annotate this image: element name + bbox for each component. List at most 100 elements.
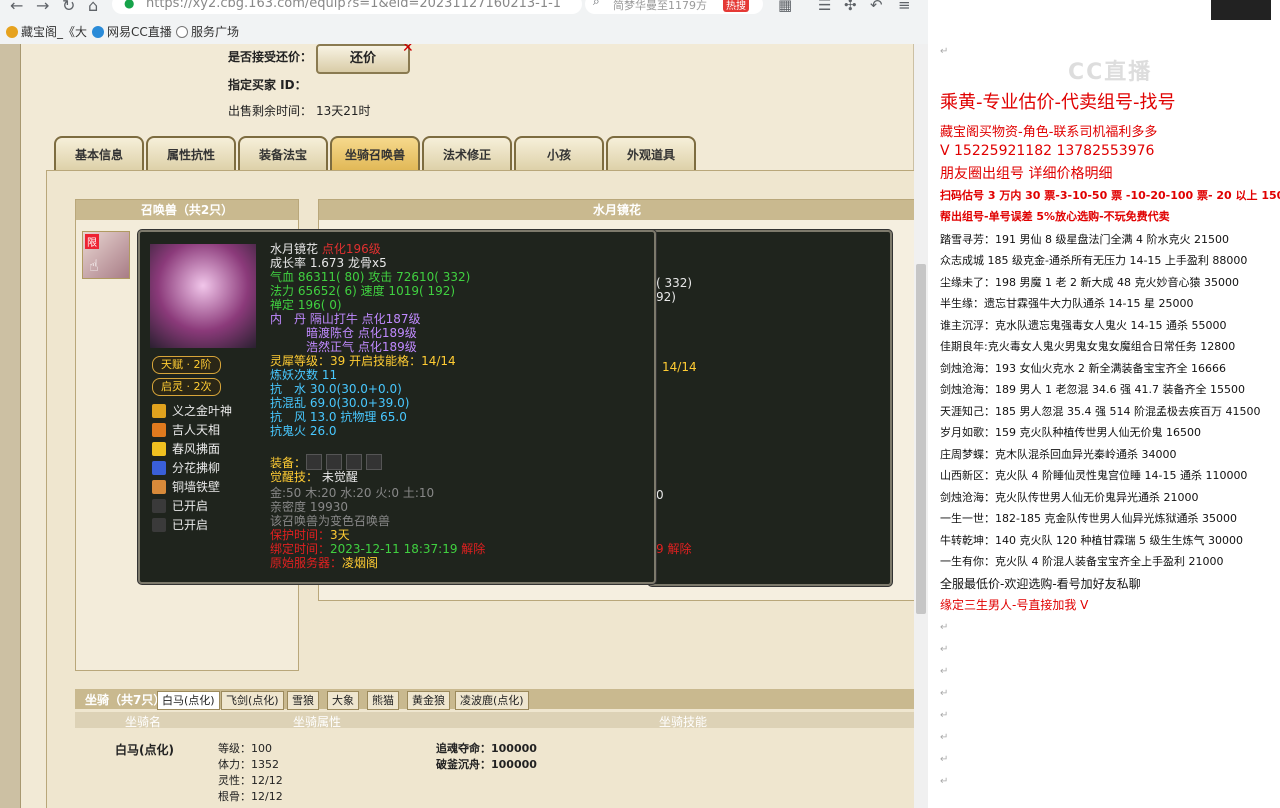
protect-label: 保护时间： [270, 528, 331, 542]
bookmark-favicon [92, 26, 104, 38]
neidan-1: 内 丹 隔山打牛 点化187级 [270, 312, 421, 326]
equip-slot [366, 454, 383, 470]
bookmark-manager-icon[interactable]: ☰ [818, 0, 831, 14]
bind-value: 2023-12-11 18:37:19 [330, 542, 458, 556]
mount-tab[interactable]: 黄金狼 [407, 691, 450, 710]
tab-children[interactable]: 小孩 [514, 136, 604, 172]
skill-icon [152, 423, 166, 437]
lianyao-line: 炼妖次数 11 [270, 368, 338, 382]
pet-name: 水月镜花 点化196级 [270, 242, 381, 256]
tab-appearance[interactable]: 外观道具 [606, 136, 696, 172]
growth-line: 成长率 1.673 龙骨x5 [270, 256, 387, 270]
forward-icon[interactable]: → [36, 0, 49, 15]
paragraph-mark-icon: ↵ [940, 46, 949, 57]
paragraph-mark-icon: ↵ [940, 666, 949, 677]
scrollbar-thumb[interactable] [916, 264, 926, 614]
counter-offer-button-label: 还价 [349, 51, 376, 66]
resist-ghostfire: 抗鬼火 26.0 [270, 424, 337, 438]
pet-skill: 义之金叶神 [152, 402, 232, 420]
note-line: 山西新区：克火队 4 阶睡仙灵性鬼宫位睡 14-15 通杀 110000 [940, 469, 1248, 482]
note-line: 帮出组号-单号误差 5%放心选购-不玩免费代卖 [940, 210, 1170, 223]
mounts-title: 坐骑（共7只） [85, 693, 166, 707]
undo-icon[interactable]: ↶ [870, 0, 883, 14]
mount-tab[interactable]: 大象 [327, 691, 359, 710]
note-line: 踏雪寻芳：191 男仙 8 级星盘法门全满 4 阶水克火 21500 [940, 233, 1229, 246]
globe-icon [176, 26, 188, 38]
tab-basic-info[interactable]: 基本信息 [54, 136, 144, 172]
limit-badge: 限 [85, 234, 99, 249]
pet-thumbnail[interactable]: 限 ☝ [82, 231, 130, 279]
back-zero-text: 0 [656, 488, 664, 502]
pet-tooltip-back: ( 332) 92) 14/14 0 9 解除 [648, 230, 892, 586]
skill-name: 吉人天相 [172, 423, 221, 437]
bookmark-label: 藏宝阁_《大 [21, 25, 88, 39]
pet-name-suffix: 点化196级 [321, 242, 381, 256]
url-field[interactable]: ● https://xy2.cbg.163.com/equip?s=1&eid=… [112, 0, 650, 14]
paragraph-mark-icon: ↵ [940, 644, 949, 655]
tab-label: 小孩 [546, 148, 571, 162]
cc-live-logo: CC直播 [1068, 60, 1153, 85]
neidan-2: 暗渡陈仓 点化189级 [306, 326, 417, 340]
pet-skill: 铜墙铁壁 [152, 478, 220, 496]
reload-icon[interactable]: ↻ [62, 0, 75, 15]
note-line: 一生一世：182-185 克金队传世男人仙异光炼狱通杀 35000 [940, 512, 1237, 525]
bookmark-label: 服务广场 [191, 25, 240, 39]
pet-skill: 已开启 [152, 497, 208, 515]
tab-label: 法术修正 [442, 148, 491, 162]
pet-detail-header: 水月镜花 [319, 200, 915, 220]
col-mount-skill: 坐骑技能 [659, 715, 708, 729]
server-line: 原始服务器：凌烟阁 [270, 556, 378, 570]
tab-label: 外观道具 [626, 148, 675, 162]
skill-name: 义之金叶神 [172, 404, 233, 418]
paragraph-mark-icon: ↵ [940, 622, 949, 633]
browser-search-field[interactable]: ⌕ 简梦华曼至1179方 热搜 [585, 0, 763, 14]
pet-skill: 分花拂柳 [152, 459, 220, 477]
mount-skill: 追魂夺命：100000 [436, 742, 537, 755]
mount-attr: 根骨：12/12 [218, 790, 283, 803]
counter-offer-button[interactable]: 还价 [316, 44, 410, 74]
mount-skill: 破釜沉舟：100000 [436, 758, 537, 771]
skill-slot-icon [152, 518, 166, 532]
skill-name: 春风拂面 [172, 442, 221, 456]
paragraph-mark-icon: ↵ [940, 710, 949, 721]
address-bar-row: ← → ↻ ⌂ ● https://xy2.cbg.163.com/equip?… [0, 0, 928, 20]
bookmark-cbg[interactable]: 藏宝阁_《大 [6, 23, 87, 40]
note-line: 一生有你：克火队 4 阶混人装备宝宝齐全上手盈利 21000 [940, 555, 1224, 568]
back-icon[interactable]: ← [10, 0, 23, 15]
note-line: 岁月如歌：159 克火队种植传世男人仙无价鬼 16500 [940, 426, 1201, 439]
mount-tab[interactable]: 飞剑(点化) [221, 691, 284, 710]
equip-line: 装备： [270, 454, 386, 470]
protect-value: 3天 [330, 528, 350, 542]
hot-badge: 热搜 [723, 0, 749, 12]
bookmark-cc[interactable]: 网易CC直播 [92, 23, 172, 40]
skill-slot-icon [152, 499, 166, 513]
tab-equipment[interactable]: 装备法宝 [238, 136, 328, 172]
tab-label: 坐骑召唤兽 [344, 148, 405, 162]
extension-icon[interactable]: ✣ [844, 0, 857, 14]
menu-icon[interactable]: ≡ [898, 0, 911, 14]
server-label: 原始服务器： [270, 556, 343, 570]
page-scrollbar[interactable] [914, 44, 928, 808]
mount-tab[interactable]: 凌波鹿(点化) [455, 691, 529, 710]
back-attack-text: ( 332) [656, 276, 693, 290]
skill-icon [152, 480, 166, 494]
browser-chrome: ← → ↻ ⌂ ● https://xy2.cbg.163.com/equip?… [0, 0, 928, 45]
mount-tab[interactable]: 雪狼 [287, 691, 319, 710]
mount-tab[interactable]: 熊猫 [367, 691, 399, 710]
mount-tab[interactable]: 白马(点化) [157, 691, 220, 710]
note-line: 牛转乾坤：140 克火队 120 种植甘霖瑞 5 级生生炼气 30000 [940, 534, 1243, 547]
home-icon[interactable]: ⌂ [88, 0, 98, 15]
note-line: 众志成城 185 级克金-通杀所有无压力 14-15 上手盈利 88000 [940, 254, 1248, 267]
tab-spell-mod[interactable]: 法术修正 [422, 136, 512, 172]
tab-mounts-pets[interactable]: 坐骑召唤兽 [330, 136, 420, 172]
bookmark-service[interactable]: 服务广场 [176, 23, 239, 40]
streamer-avatar [1211, 0, 1271, 20]
tab-label: 装备法宝 [258, 148, 307, 162]
note-line: 庄周梦蝶：克木队混杀回血异光秦岭通杀 34000 [940, 448, 1177, 461]
tab-attributes[interactable]: 属性抗性 [146, 136, 236, 172]
grid-icon[interactable]: ▦ [778, 0, 792, 14]
cbg-page: 是否接受还价： 还价 ✕ 指定买家 ID： 出售剩余时间： 13天21时 基本信… [0, 44, 928, 808]
bookmark-label: 网易CC直播 [107, 25, 172, 39]
note-line: 天涯知己：185 男人忽混 35.4 强 514 阶混孟极去疾百万 41500 [940, 405, 1261, 418]
pet-portrait [150, 244, 256, 348]
